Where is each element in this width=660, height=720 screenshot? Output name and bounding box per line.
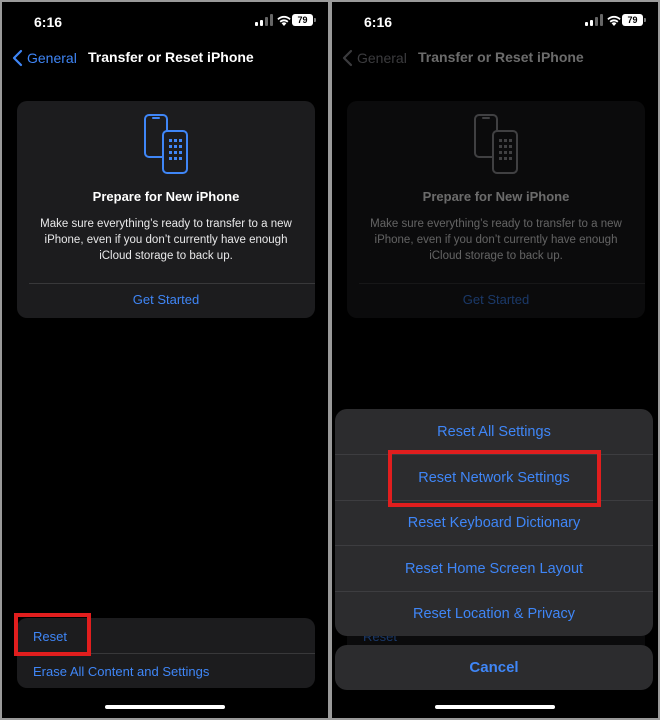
home-indicator (435, 705, 555, 709)
chevron-left-icon (342, 49, 353, 67)
wifi-icon (607, 15, 621, 26)
chevron-left-icon (12, 49, 23, 67)
cellular-signal-icon (255, 14, 273, 26)
divider (359, 283, 645, 284)
highlight-box-reset (14, 613, 91, 656)
transfer-phones-icon (474, 114, 518, 174)
page-title: Transfer or Reset iPhone (88, 49, 254, 65)
reset-action-sheet: Reset All Settings Reset Network Setting… (335, 409, 653, 636)
status-time: 6:16 (34, 14, 63, 30)
card-description: Make sure everything’s ready to transfer… (40, 218, 292, 262)
divider (29, 283, 315, 284)
left-screenshot: 6:16 79 General Transfer or Reset iPhone (2, 2, 328, 718)
navigation-bar: General Transfer or Reset iPhone (2, 46, 328, 70)
status-time: 6:16 (364, 14, 393, 30)
battery-icon: 79 (622, 14, 646, 26)
status-bar: 6:16 79 (332, 2, 658, 44)
erase-all-button[interactable]: Erase All Content and Settings (33, 664, 209, 679)
wifi-icon (277, 15, 291, 26)
back-label: General (27, 50, 77, 66)
transfer-phones-icon (144, 114, 188, 174)
card-title: Prepare for New iPhone (422, 189, 570, 204)
card-description: Make sure everything’s ready to transfer… (370, 218, 622, 262)
card-title: Prepare for New iPhone (92, 189, 240, 204)
prepare-card: Prepare for New iPhone Make sure everyth… (347, 101, 645, 318)
back-button[interactable]: General (342, 46, 407, 70)
home-indicator (105, 705, 225, 709)
status-bar: 6:16 79 (2, 2, 328, 44)
right-screenshot: 6:16 79 General Transfer or Reset iPhone (332, 2, 658, 718)
cancel-button[interactable]: Cancel (335, 645, 653, 690)
page-title: Transfer or Reset iPhone (418, 49, 584, 65)
get-started-button[interactable]: Get Started (347, 292, 645, 307)
reset-home-screen-layout-option[interactable]: Reset Home Screen Layout (335, 546, 653, 591)
prepare-card: Prepare for New iPhone Make sure everyth… (17, 101, 315, 318)
reset-all-settings-option[interactable]: Reset All Settings (335, 409, 653, 454)
get-started-button[interactable]: Get Started (17, 292, 315, 307)
highlight-box-network (388, 450, 601, 507)
back-button[interactable]: General (12, 46, 77, 70)
battery-icon: 79 (292, 14, 316, 26)
cellular-signal-icon (585, 14, 603, 26)
navigation-bar: General Transfer or Reset iPhone (332, 46, 658, 70)
reset-location-privacy-option[interactable]: Reset Location & Privacy (335, 591, 653, 636)
back-label: General (357, 50, 407, 66)
